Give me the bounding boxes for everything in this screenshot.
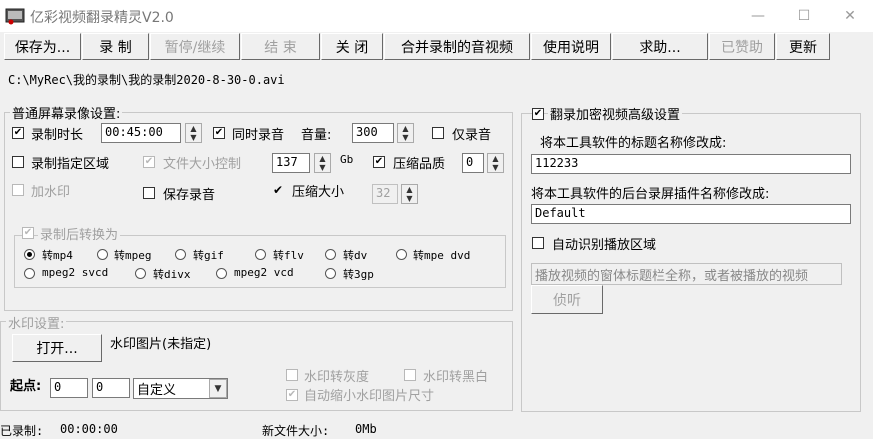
grayscale-checkbox[interactable] <box>286 369 298 381</box>
auto-detect-checkbox[interactable] <box>532 237 544 249</box>
watermark-x-input[interactable]: 0 <box>50 378 88 398</box>
minimize-button[interactable]: — <box>735 0 781 32</box>
radio-mpeg2-svcd-label: mpeg2 svcd <box>42 266 109 279</box>
open-watermark-button[interactable]: 打开... <box>12 334 102 362</box>
save-path: C:\MyRec\我的录制\我的录制2020-8-30-0.avi <box>8 73 285 87</box>
title-rename-input[interactable]: 112233 <box>531 154 851 174</box>
region-checkbox[interactable] <box>12 156 24 168</box>
radio-mpe-dvd-label: 转mpe dvd <box>413 249 471 262</box>
radio-mp4[interactable] <box>24 249 35 260</box>
watermark-image-label: 水印图片(未指定) <box>110 337 212 352</box>
radio-3gp[interactable] <box>325 268 336 279</box>
chevron-down-icon[interactable]: ▼ <box>209 379 227 398</box>
recorded-value: 00:00:00 <box>60 422 118 436</box>
radio-flv[interactable] <box>255 249 266 260</box>
watermark-position-value: 自定义 <box>137 383 177 398</box>
update-button[interactable]: 更新 <box>776 33 830 60</box>
record-duration-checkbox[interactable]: ✔ <box>12 127 24 139</box>
compress-quality-checkbox[interactable]: ✔ <box>373 156 385 168</box>
compress-size-spinner[interactable]: ▲ ▼ <box>401 184 418 204</box>
recorded-label: 已录制: <box>0 424 44 438</box>
record-duration-label: 录制时长 <box>31 128 84 143</box>
plugin-rename-label: 将本工具软件的后台录屏插件名称修改成: <box>531 187 770 202</box>
radio-divx[interactable] <box>135 268 146 279</box>
sync-audio-label: 同时录音 <box>232 128 285 143</box>
origin-label: 起点: <box>10 379 42 394</box>
compress-quality-input[interactable]: 0 <box>462 153 484 173</box>
autoshrink-checkbox[interactable]: ✔ <box>286 389 298 401</box>
sync-audio-checkbox[interactable]: ✔ <box>213 127 225 139</box>
save-audio-checkbox[interactable] <box>143 187 155 199</box>
stop-button[interactable]: 结 束 <box>241 33 320 60</box>
window-title: 亿彩视频翻录精灵V2.0 <box>30 10 174 26</box>
radio-flv-label: 转flv <box>273 249 304 262</box>
auto-detect-label: 自动识别播放区域 <box>552 238 657 253</box>
pause-resume-button[interactable]: 暂停/继续 <box>150 33 240 60</box>
record-duration-input[interactable]: 00:45:00 <box>101 123 181 143</box>
region-label: 录制指定区域 <box>31 157 110 172</box>
audio-only-label: 仅录音 <box>452 128 492 143</box>
grayscale-label: 水印转灰度 <box>304 370 370 385</box>
radio-mpe-dvd[interactable] <box>396 249 407 260</box>
radio-dv[interactable] <box>325 249 336 260</box>
window-title-placeholder: 播放视频的窗体标题栏全称，或者被播放的视频 <box>535 269 809 284</box>
listen-button[interactable]: 侦听 <box>531 285 603 314</box>
filesize-label: 文件大小控制 <box>163 157 242 172</box>
radio-mpeg2-svcd[interactable] <box>24 268 35 279</box>
autoshrink-label: 自动缩小水印图片尺寸 <box>304 389 435 404</box>
radio-divx-label: 转divx <box>153 268 191 281</box>
filesize-spinner[interactable]: ▲ ▼ <box>314 153 331 173</box>
app-logo-icon <box>5 7 25 25</box>
new-file-size-value: 0Mb <box>355 422 377 436</box>
compress-size-input[interactable]: 32 <box>372 184 398 204</box>
close-button[interactable]: 关 闭 <box>321 33 383 60</box>
radio-mpeg2-vcd-label: mpeg2 vcd <box>234 266 294 279</box>
screen-settings-legend: 普通屏幕录像设置: <box>10 103 123 122</box>
advanced-legend: 翻录加密视频高级设置 <box>548 104 683 123</box>
compress-size-label: 压缩大小 <box>292 185 345 200</box>
radio-mpeg[interactable] <box>97 249 108 260</box>
convert-checkbox[interactable]: ✔ <box>22 227 34 239</box>
compress-size-checkbox[interactable]: ✔ <box>272 184 284 196</box>
new-file-size-label: 新文件大小: <box>262 424 330 438</box>
advanced-checkbox[interactable]: ✔ <box>532 108 544 120</box>
filesize-input[interactable]: 137 <box>272 153 310 173</box>
save-as-button[interactable]: 保存为... <box>4 33 81 60</box>
maximize-button[interactable]: ☐ <box>781 0 827 32</box>
plugin-rename-input[interactable]: Default <box>531 204 851 224</box>
merge-av-button[interactable]: 合并录制的音视频 <box>384 33 530 60</box>
instructions-button[interactable]: 使用说明 <box>531 33 611 60</box>
radio-3gp-label: 转3gp <box>343 268 374 281</box>
watermark-y-input[interactable]: 0 <box>92 378 130 398</box>
filesize-checkbox[interactable]: ✔ <box>143 156 155 168</box>
volume-spinner[interactable]: ▲ ▼ <box>397 123 414 143</box>
title-rename-label: 将本工具软件的标题名称修改成: <box>540 136 727 151</box>
watermark-checkbox[interactable] <box>12 184 24 196</box>
radio-mpeg-label: 转mpeg <box>114 249 152 262</box>
blackwhite-label: 水印转黑白 <box>423 370 489 385</box>
close-window-button[interactable]: ✕ <box>827 0 873 32</box>
radio-gif-label: 转gif <box>193 249 224 262</box>
record-duration-spinner[interactable]: ▲ ▼ <box>185 123 202 143</box>
help-button[interactable]: 求助... <box>612 33 708 60</box>
radio-mpeg2-vcd[interactable] <box>216 268 227 279</box>
audio-only-checkbox[interactable] <box>432 127 444 139</box>
compress-quality-label: 压缩品质 <box>393 157 446 172</box>
radio-mp4-label: 转mp4 <box>42 249 73 262</box>
volume-label: 音量: <box>301 128 332 143</box>
compress-quality-spinner[interactable]: ▲ ▼ <box>487 153 504 173</box>
blackwhite-checkbox[interactable] <box>404 369 416 381</box>
record-button[interactable]: 录 制 <box>82 33 149 60</box>
radio-gif[interactable] <box>175 249 186 260</box>
window-title-input[interactable]: 播放视频的窗体标题栏全称，或者被播放的视频 <box>531 263 842 285</box>
watermark-legend: 水印设置: <box>6 313 67 332</box>
watermark-label: 加水印 <box>31 185 71 200</box>
filesize-unit: Gb <box>340 153 354 166</box>
save-audio-label: 保存录音 <box>163 188 216 203</box>
radio-dv-label: 转dv <box>343 249 368 262</box>
sponsored-button[interactable]: 已赞助 <box>709 33 775 60</box>
convert-legend: 录制后转换为 <box>38 224 121 243</box>
volume-input[interactable]: 300 <box>352 123 394 143</box>
